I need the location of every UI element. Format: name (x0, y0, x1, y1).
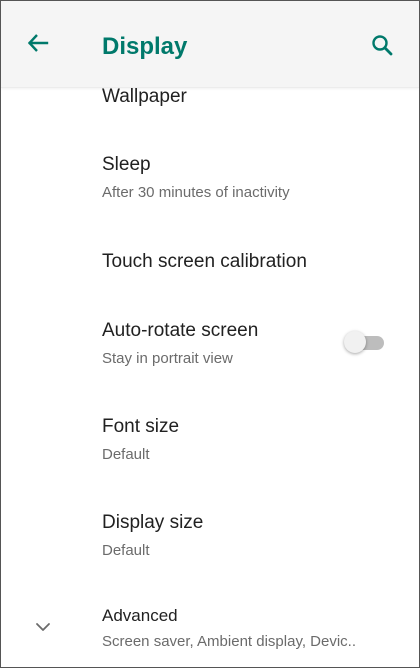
app-bar: Display (1, 1, 419, 88)
setting-sleep[interactable]: Sleep After 30 minutes of inactivity (1, 141, 419, 213)
setting-sleep-summary: After 30 minutes of inactivity (102, 184, 290, 201)
setting-touch-calibration-label: Touch screen calibration (102, 251, 307, 272)
setting-font-size-summary: Default (102, 446, 150, 463)
back-button[interactable] (23, 30, 53, 60)
auto-rotate-toggle[interactable] (344, 330, 390, 354)
setting-advanced[interactable]: Advanced Screen saver, Ambient display, … (1, 595, 419, 661)
setting-auto-rotate-summary: Stay in portrait view (102, 350, 233, 367)
toggle-thumb (344, 331, 366, 353)
setting-sleep-label: Sleep (102, 154, 151, 175)
display-settings-screen: Wallpaper Sleep After 30 minutes of inac… (0, 0, 420, 668)
arrow-left-icon (27, 32, 49, 59)
search-icon (371, 34, 393, 61)
settings-list: Wallpaper Sleep After 30 minutes of inac… (1, 1, 419, 667)
search-button[interactable] (367, 32, 397, 62)
setting-display-size-summary: Default (102, 542, 150, 559)
setting-auto-rotate[interactable]: Auto-rotate screen Stay in portrait view (1, 307, 419, 379)
setting-wallpaper-label: Wallpaper (102, 86, 187, 107)
setting-auto-rotate-label: Auto-rotate screen (102, 320, 259, 341)
setting-font-size[interactable]: Font size Default (1, 403, 419, 475)
setting-touch-calibration[interactable]: Touch screen calibration (1, 237, 419, 289)
page-title: Display (102, 33, 188, 60)
setting-advanced-label: Advanced (102, 606, 178, 625)
setting-display-size[interactable]: Display size Default (1, 499, 419, 571)
setting-advanced-summary: Screen saver, Ambient display, Devic.. (102, 633, 357, 650)
setting-display-size-label: Display size (102, 512, 204, 533)
chevron-down-icon (33, 617, 53, 637)
setting-font-size-label: Font size (102, 416, 180, 437)
